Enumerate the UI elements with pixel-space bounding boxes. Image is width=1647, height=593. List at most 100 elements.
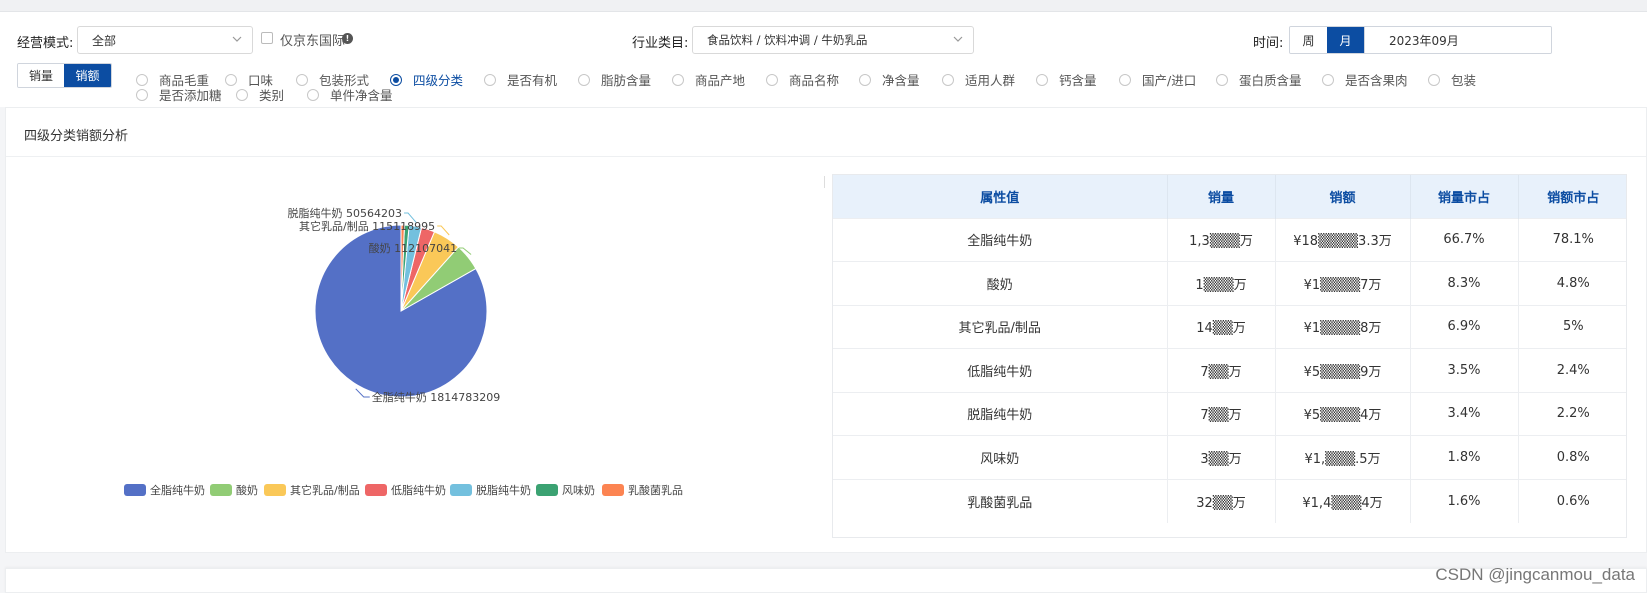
table-cell: 14▒▒万: [1167, 304, 1276, 349]
table-header-cell[interactable]: 销量: [1167, 175, 1276, 218]
attribute-radio-5[interactable]: 脂肪含量: [578, 70, 651, 89]
legend-item[interactable]: 酸奶: [210, 483, 258, 497]
radio-dot[interactable]: [1119, 73, 1131, 86]
table-row: 其它乳品/制品 14▒▒万 ¥1▒▒▒▒8万 6.9% 5%: [833, 304, 1626, 349]
card-title: 四级分类销额分析: [24, 129, 129, 144]
attribute-radio-7[interactable]: 商品名称: [766, 70, 839, 89]
radio-dot[interactable]: [390, 73, 402, 86]
table-cell: 低脂纯牛奶: [833, 348, 1168, 392]
mode-select[interactable]: 全部: [77, 26, 253, 54]
attribute-radio-label: 国产/进口: [1142, 73, 1197, 88]
legend-swatch: [210, 484, 232, 496]
jd-intl-checkbox[interactable]: [261, 32, 273, 44]
table-row: 乳酸菌乳品 32▒▒万 ¥1,4▒▒▒4万 1.6% 0.6%: [833, 478, 1626, 523]
attribute-radio-11[interactable]: 国产/进口: [1119, 70, 1196, 89]
radio-dot[interactable]: [1322, 73, 1334, 86]
table-cell: 6.9%: [1410, 304, 1519, 349]
attribute-radio-label: 单件净含量: [330, 88, 393, 103]
table-cell: ¥1,▒▒▒.5万: [1275, 435, 1411, 479]
legend-swatch: [124, 484, 146, 496]
radio-dot[interactable]: [942, 73, 954, 86]
radio-dot[interactable]: [136, 88, 148, 101]
attribute-radio-4[interactable]: 是否有机: [484, 70, 557, 89]
metric-sales-button[interactable]: 销额: [64, 64, 111, 87]
attribute-radio-label: 蛋白质含量: [1239, 73, 1302, 88]
attribute-radio-10[interactable]: 钙含量: [1036, 70, 1097, 89]
legend-label: 脱脂纯牛奶: [476, 483, 531, 497]
attribute-radio-label: 脂肪含量: [601, 73, 652, 88]
table-cell: 风味奶: [833, 435, 1168, 479]
legend-item[interactable]: 低脂纯牛奶: [365, 483, 446, 497]
radio-dot[interactable]: [136, 73, 148, 86]
legend-label: 全脂纯牛奶: [150, 483, 205, 497]
bottom-card: [5, 568, 1647, 593]
table-header-cell[interactable]: 销额: [1275, 175, 1411, 218]
attribute-radio-16[interactable]: 类别: [236, 85, 284, 104]
metric-volume-button[interactable]: 销量: [18, 64, 65, 87]
table-cell: 2.4%: [1518, 348, 1626, 392]
table-header-cell[interactable]: 销额市占: [1518, 175, 1626, 218]
legend-item[interactable]: 乳酸菌乳品: [602, 483, 683, 497]
table-row: 全脂纯牛奶 1,3▒▒▒万 ¥18▒▒▒▒3.3万 66.7% 78.1%: [833, 217, 1626, 262]
table-header-cell[interactable]: 销量市占: [1410, 175, 1519, 218]
table-cell: ¥5▒▒▒▒9万: [1275, 348, 1411, 392]
attribute-radio-9[interactable]: 适用人群: [942, 70, 1015, 89]
table-cell: 2.2%: [1518, 391, 1626, 436]
attribute-radio-13[interactable]: 是否含果肉: [1322, 70, 1408, 89]
radio-dot[interactable]: [1216, 73, 1228, 86]
table-cell: 3▒▒万: [1167, 435, 1276, 479]
attribute-radio-label: 商品名称: [789, 73, 840, 88]
table-cell: 全脂纯牛奶: [833, 217, 1168, 262]
radio-dot[interactable]: [672, 73, 684, 86]
radio-dot[interactable]: [296, 73, 308, 86]
time-month-button[interactable]: 月: [1327, 27, 1364, 53]
watermark: CSDN @jingcanmou_data: [1435, 565, 1635, 584]
table-header-cell[interactable]: 属性值: [833, 175, 1168, 218]
legend-item[interactable]: 其它乳品/制品: [264, 483, 360, 497]
legend-item[interactable]: 风味奶: [536, 483, 595, 497]
info-icon[interactable]: !: [342, 33, 353, 44]
legend-label: 低脂纯牛奶: [391, 483, 446, 497]
legend-item[interactable]: 全脂纯牛奶: [124, 483, 205, 497]
attribute-radio-12[interactable]: 蛋白质含量: [1216, 70, 1302, 89]
radio-dot[interactable]: [766, 73, 778, 86]
table-cell: 3.5%: [1410, 348, 1519, 392]
industry-label: 行业类目:: [632, 36, 689, 51]
attribute-radio-15[interactable]: 是否添加糖: [136, 85, 222, 104]
table-body: 全脂纯牛奶 1,3▒▒▒万 ¥18▒▒▒▒3.3万 66.7% 78.1% 酸奶 1▒▒▒万…: [833, 217, 1626, 523]
table-cell: 1.6%: [1410, 478, 1519, 523]
legend-swatch: [602, 484, 624, 496]
radio-dot[interactable]: [225, 73, 237, 86]
pie-label: 脱脂纯牛奶 50564203: [288, 206, 403, 220]
table-cell: 1.8%: [1410, 435, 1519, 479]
attribute-radio-3[interactable]: 四级分类: [390, 70, 463, 89]
time-selector: 周 月 2023年09月: [1289, 26, 1552, 54]
legend-item[interactable]: 脱脂纯牛奶: [450, 483, 531, 497]
radio-dot[interactable]: [484, 73, 496, 86]
attribute-radio-label: 净含量: [882, 73, 920, 88]
pie-label: 酸奶 112107041: [369, 241, 457, 255]
attribute-radio-label: 是否添加糖: [159, 88, 222, 103]
top-strip: [0, 0, 1647, 12]
table-cell: 7▒▒万: [1167, 348, 1276, 392]
attribute-radio-label: 四级分类: [413, 73, 464, 88]
attribute-radio-6[interactable]: 商品产地: [672, 70, 745, 89]
radio-dot[interactable]: [1428, 73, 1440, 86]
table-cell: 其它乳品/制品: [833, 304, 1168, 349]
attribute-radio-17[interactable]: 单件净含量: [307, 85, 393, 104]
radio-dot[interactable]: [1036, 73, 1048, 86]
time-value-input[interactable]: 2023年09月: [1364, 27, 1551, 53]
time-week-button[interactable]: 周: [1290, 27, 1327, 53]
attribute-radio-14[interactable]: 包装: [1428, 70, 1476, 89]
attribute-radio-8[interactable]: 净含量: [859, 70, 920, 89]
legend-swatch: [536, 484, 558, 496]
radio-dot[interactable]: [578, 73, 590, 86]
industry-select[interactable]: 食品饮料 / 饮料冲调 / 牛奶乳品: [692, 26, 974, 54]
mode-label: 经营模式:: [17, 36, 74, 51]
attribute-radio-label: 是否含果肉: [1345, 73, 1408, 88]
metric-toggle: 销量 销额: [17, 63, 112, 88]
radio-dot[interactable]: [236, 88, 248, 101]
radio-dot[interactable]: [859, 73, 871, 86]
radio-dot[interactable]: [307, 88, 319, 101]
table-cell: ¥5▒▒▒▒4万: [1275, 391, 1411, 436]
